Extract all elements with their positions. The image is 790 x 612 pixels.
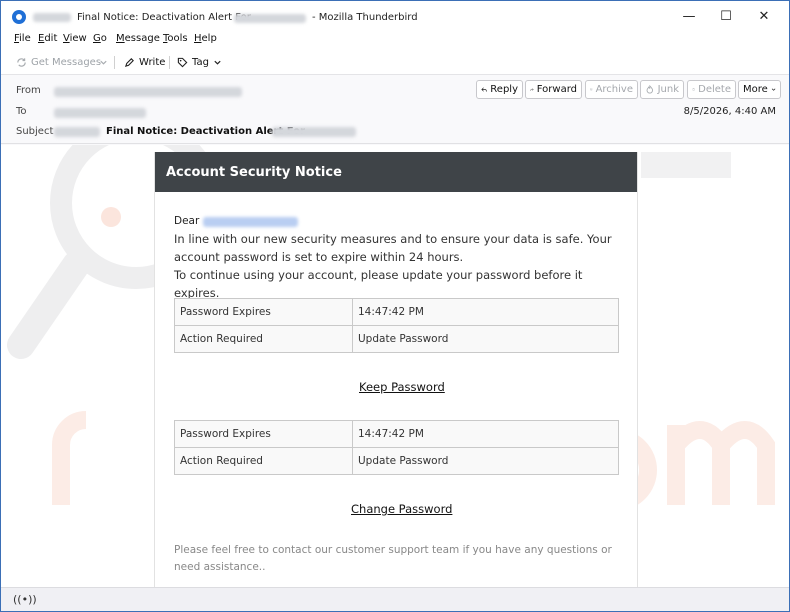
redacted-text	[54, 127, 100, 137]
table-cell-key: Action Required	[174, 325, 353, 353]
keep-password-link[interactable]: Keep Password	[359, 380, 445, 394]
redacted-recipient-name	[203, 217, 298, 227]
close-button[interactable]: ✕	[753, 7, 775, 27]
chevron-down-icon	[214, 60, 221, 65]
reply-icon	[481, 87, 487, 92]
pencil-icon	[124, 57, 134, 67]
table-cell-value: Update Password	[352, 325, 619, 353]
card-header: Account Security Notice	[155, 152, 637, 192]
message-header: From To Subject Final Notice: Deactivati…	[1, 76, 789, 144]
junk-button[interactable]: Junk	[640, 80, 684, 99]
forward-button[interactable]: Forward	[525, 80, 582, 99]
write-button[interactable]: Write	[124, 54, 165, 70]
message-date: 8/5/2026, 4:40 AM	[683, 106, 776, 117]
password-info-table: Password Expires 14:47:42 PM Action Requ…	[174, 298, 619, 353]
junk-label: Junk	[657, 84, 679, 95]
email-card: Account Security Notice Dear In line wit…	[154, 152, 638, 587]
redacted-text	[272, 127, 356, 137]
more-label: More	[743, 84, 768, 95]
table-cell-value: 14:47:42 PM	[352, 420, 619, 448]
get-messages-button[interactable]: Get Messages	[16, 54, 101, 70]
reply-button[interactable]: Reply	[476, 80, 523, 99]
body-paragraph: In line with our new security measures a…	[174, 232, 612, 264]
password-info-table: Password Expires 14:47:42 PM Action Requ…	[174, 420, 619, 475]
menu-bar: File Edit View Go Message Tools Help	[1, 32, 789, 48]
to-label: To	[16, 106, 27, 117]
change-password-link[interactable]: Change Password	[351, 502, 452, 516]
window-app-name: - Mozilla Thunderbird	[312, 12, 418, 23]
menu-go[interactable]: Go	[93, 33, 107, 44]
archive-icon	[590, 88, 593, 91]
subject-label: Subject	[16, 126, 54, 137]
redacted-text	[33, 13, 71, 22]
delete-label: Delete	[698, 84, 731, 95]
toolbar-divider	[169, 56, 170, 69]
from-label: From	[16, 85, 41, 96]
chevron-down-icon	[100, 60, 107, 65]
support-paragraph: Please feel free to contact our customer…	[174, 544, 612, 573]
redacted-recipient	[54, 108, 146, 118]
thunderbird-window: Final Notice: Deactivation Alert For - M…	[0, 0, 790, 612]
title-bar: Final Notice: Deactivation Alert For - M…	[1, 1, 789, 32]
table-row: Action Required Update Password	[174, 325, 619, 353]
tag-icon	[177, 57, 188, 67]
menu-tools[interactable]: Tools	[163, 33, 188, 44]
message-body: Account Security Notice Dear In line wit…	[1, 145, 789, 587]
sync-icon	[17, 57, 26, 67]
fire-icon	[646, 84, 654, 94]
thunderbird-icon	[12, 10, 26, 24]
archive-label: Archive	[595, 84, 633, 95]
menu-view[interactable]: View	[63, 33, 87, 44]
table-cell-key: Action Required	[174, 447, 353, 475]
card-title: Account Security Notice	[166, 165, 342, 180]
menu-help[interactable]: Help	[194, 33, 217, 44]
redacted-sender	[54, 87, 242, 97]
table-cell-key: Password Expires	[174, 420, 353, 448]
table-cell-key: Password Expires	[174, 298, 353, 326]
chevron-down-icon	[771, 88, 776, 91]
trash-icon	[692, 88, 695, 91]
table-cell-value: 14:47:42 PM	[352, 298, 619, 326]
menu-edit[interactable]: Edit	[38, 33, 57, 44]
write-label: Write	[139, 56, 166, 68]
toolbar-divider	[114, 56, 115, 69]
tag-label: Tag	[192, 56, 209, 68]
archive-button[interactable]: Archive	[585, 80, 638, 99]
get-messages-label: Get Messages	[31, 56, 102, 68]
window-title: Final Notice: Deactivation Alert For	[77, 12, 251, 23]
get-messages-dropdown[interactable]	[99, 54, 108, 70]
maximize-button[interactable]: ☐	[715, 7, 737, 27]
more-button[interactable]: More	[738, 80, 781, 99]
body-paragraph: To continue using your account, please u…	[174, 268, 583, 300]
table-cell-value: Update Password	[352, 447, 619, 475]
wifi-activity-icon: ((•))	[13, 593, 37, 606]
menu-message[interactable]: Message	[116, 33, 160, 44]
mail-toolbar: Get Messages Write Tag	[1, 48, 789, 75]
table-row: Password Expires 14:47:42 PM	[174, 298, 619, 326]
table-row: Password Expires 14:47:42 PM	[174, 420, 619, 448]
status-bar: ((•))	[1, 587, 789, 611]
tag-button[interactable]: Tag	[177, 54, 222, 70]
greeting: Dear	[174, 215, 200, 227]
menu-file[interactable]: File	[14, 33, 31, 44]
delete-button[interactable]: Delete	[687, 80, 736, 99]
forward-icon	[530, 88, 534, 91]
reply-label: Reply	[490, 84, 518, 95]
table-row: Action Required Update Password	[174, 447, 619, 475]
minimize-button[interactable]: —	[678, 7, 700, 27]
forward-label: Forward	[536, 84, 577, 95]
redacted-text	[234, 14, 306, 23]
